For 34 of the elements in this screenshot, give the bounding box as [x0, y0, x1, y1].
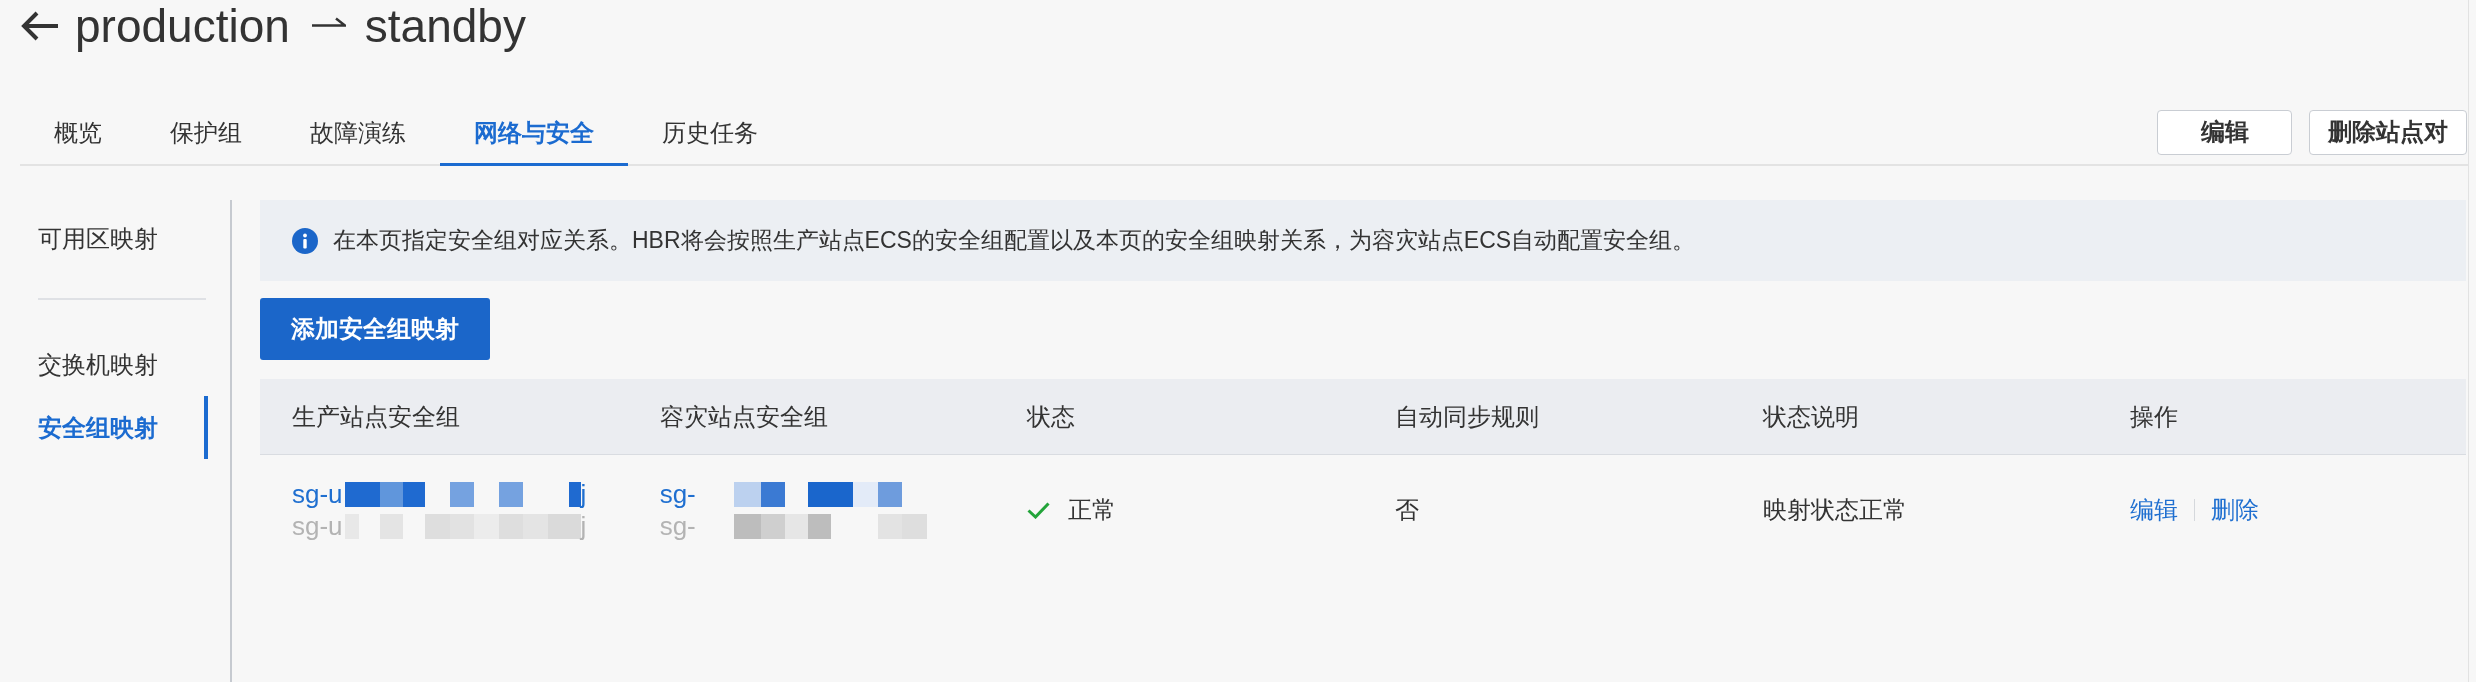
column-header: 状态说明 — [1762, 401, 1859, 432]
target-site-title: standby — [364, 0, 526, 52]
column-header: 操作 — [2130, 401, 2179, 432]
tab[interactable]: 网络与安全 — [440, 102, 628, 166]
add-mapping-button[interactable]: 添加安全组映射 — [260, 298, 490, 360]
source-site-title: production — [75, 0, 290, 52]
status-note-text: 映射状态正常 — [1762, 495, 1907, 525]
edit-button[interactable]: 编辑 — [2157, 109, 2292, 155]
sidebar-item[interactable]: 可用区映射 — [0, 207, 208, 270]
sidebar-item[interactable]: 安全组映射 — [0, 396, 208, 459]
group-name-text: sg- — [659, 510, 696, 542]
column-header: 容灾站点安全组 — [659, 401, 828, 432]
status-text: 正常 — [1068, 495, 1117, 525]
delete-link[interactable]: 删除 — [2211, 494, 2260, 526]
group-name-text: sg-u — [292, 510, 343, 542]
delete-button[interactable]: 删除站点对 — [2309, 109, 2467, 155]
edit-link[interactable]: 编辑 — [2130, 494, 2179, 526]
sidebar-item[interactable]: 交换机映射 — [0, 333, 208, 396]
tab[interactable]: 故障演练 — [276, 102, 440, 166]
column-header: 状态 — [1027, 401, 1076, 432]
group-id-link[interactable]: j — [580, 478, 587, 510]
column-header: 生产站点安全组 — [292, 401, 460, 432]
tab[interactable]: 历史任务 — [628, 102, 792, 166]
info-icon — [292, 227, 318, 254]
check-icon — [1027, 501, 1051, 519]
tab[interactable]: 保护组 — [136, 102, 276, 166]
group-name-text: j — [580, 510, 587, 542]
back-arrow-icon[interactable] — [20, 10, 59, 42]
column-header: 自动同步规则 — [1395, 401, 1539, 432]
tab[interactable]: 概览 — [20, 102, 136, 166]
notice-text: 在本页指定安全组对应关系。HBR将会按照生产站点ECS的安全组配置以及本页的安全组映射关系，为容灾站点ECS自动配置安全组。 — [333, 226, 1696, 255]
group-id-link[interactable]: sg- — [659, 478, 696, 510]
auto-sync-text: 否 — [1395, 495, 1419, 525]
group-id-link[interactable]: sg-u — [292, 478, 343, 510]
